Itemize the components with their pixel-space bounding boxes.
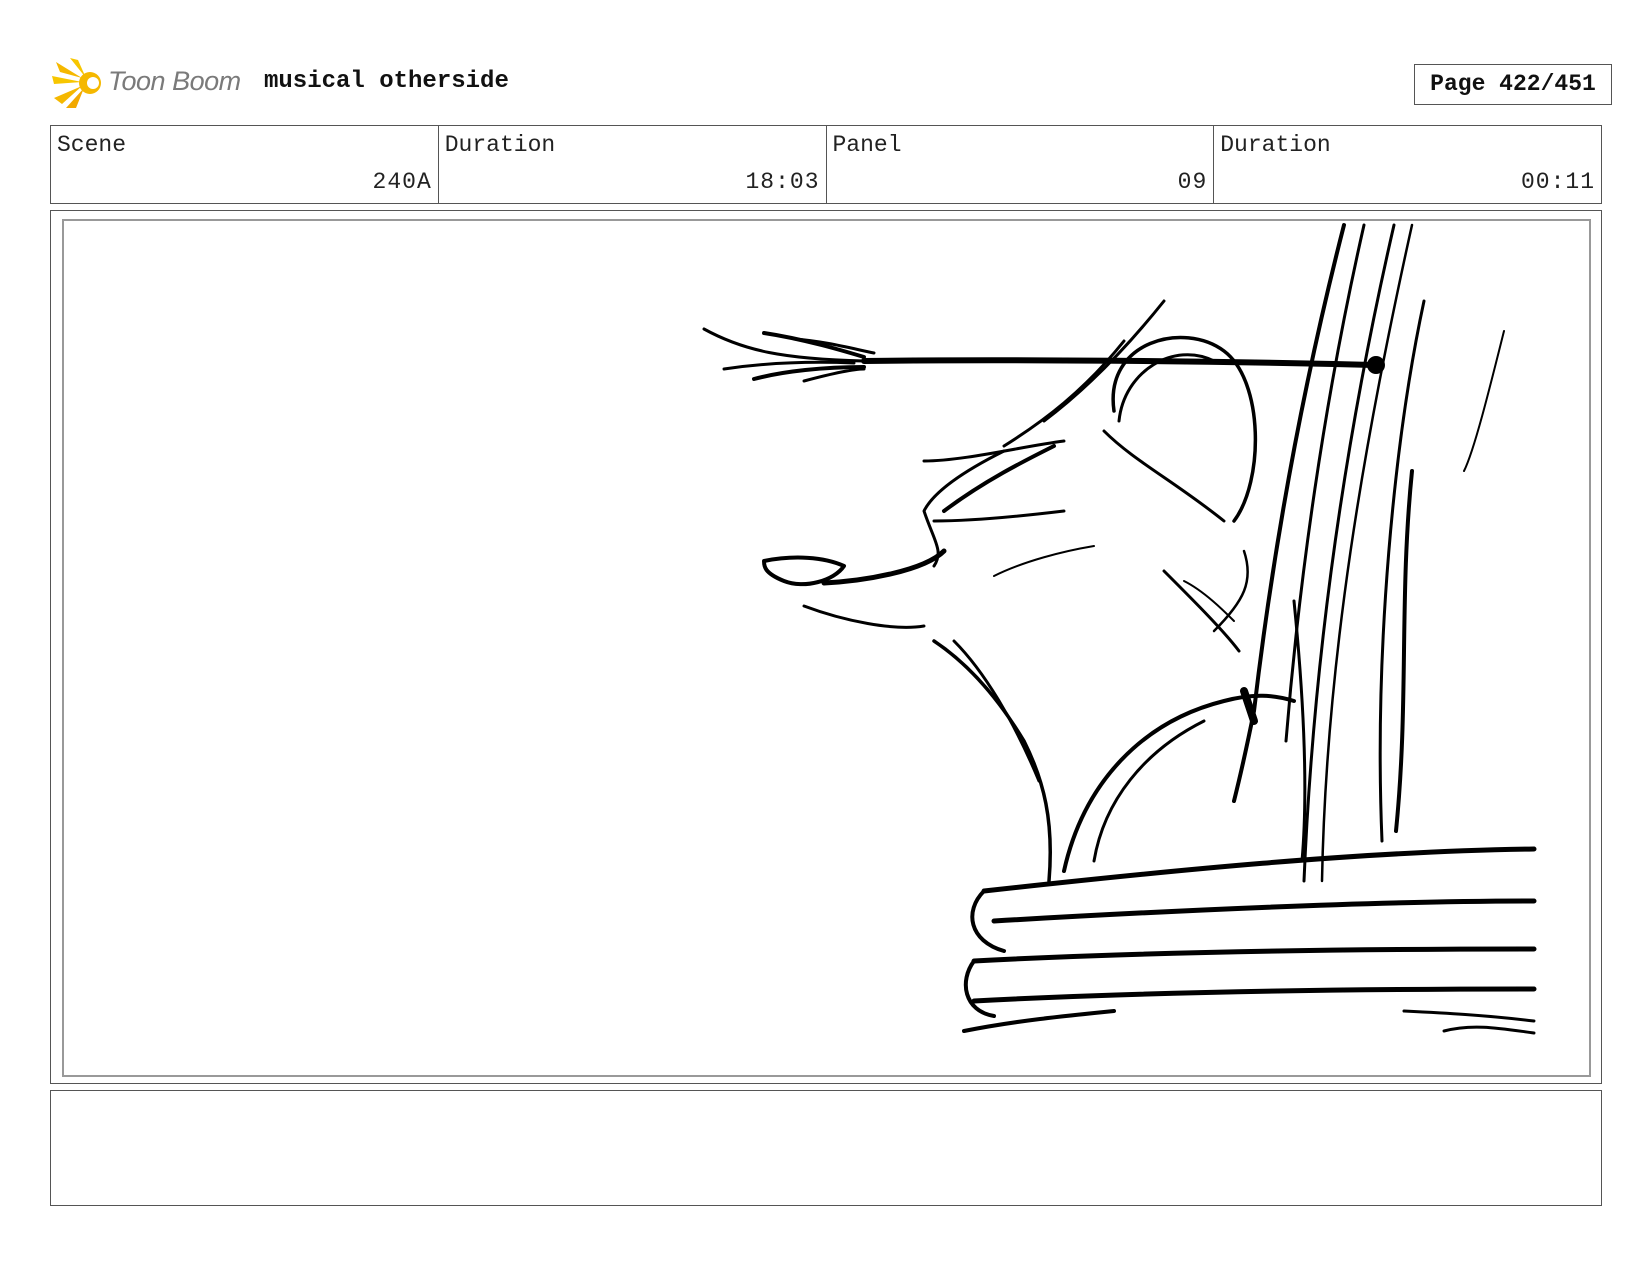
sunburst-icon — [52, 58, 101, 108]
panel-duration-label: Duration — [1220, 132, 1331, 158]
page-indicator: Page 422/451 — [1414, 64, 1612, 105]
character-sketch — [762, 299, 1296, 883]
scene-duration-value: 18:03 — [745, 169, 820, 195]
project-title: musical otherside — [264, 68, 509, 95]
panel-cell: Panel 09 — [827, 126, 1215, 203]
scene-cell: Scene 240A — [51, 126, 439, 203]
toon-boom-logo: Toon Boom — [52, 56, 252, 108]
page-header: Toon Boom musical otherside Page 422/451 — [52, 56, 1612, 108]
logo-wordmark: Toon Boom — [108, 66, 241, 96]
panel-notes-box — [50, 1090, 1602, 1206]
scene-duration-label: Duration — [444, 132, 556, 158]
panel-duration-cell: Duration 00:11 — [1214, 126, 1601, 203]
panel-label: Panel — [832, 132, 902, 158]
arrow-sketch — [702, 327, 1385, 383]
panel-drawing-area — [62, 219, 1591, 1077]
sketch-drawing — [702, 223, 1537, 1035]
storyboard-panel — [50, 210, 1602, 1084]
scene-duration-cell: Duration 18:03 — [439, 126, 827, 203]
scene-info-table: Scene 240A Duration 18:03 Panel 09 Durat… — [50, 125, 1602, 204]
panel-value: 09 — [1177, 169, 1208, 195]
scene-label: Scene — [57, 132, 127, 158]
scene-value: 240A — [372, 169, 432, 195]
tree-trunk-sketch — [1232, 223, 1505, 883]
panel-duration-value: 00:11 — [1520, 169, 1595, 195]
